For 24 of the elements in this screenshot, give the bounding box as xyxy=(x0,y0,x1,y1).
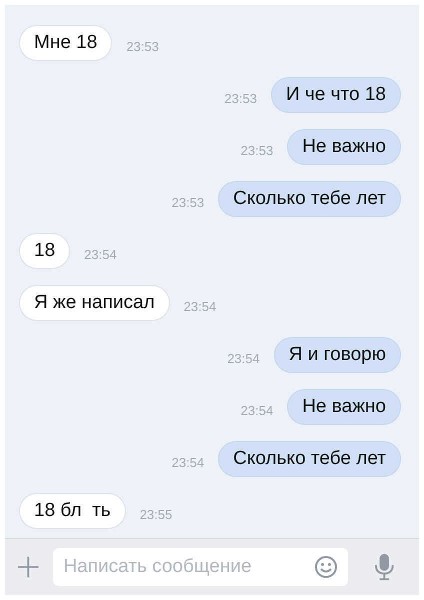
message-bubble: Сколько тебе лет xyxy=(218,181,401,217)
message-bubble: И че что 18 xyxy=(270,77,401,113)
message-bubble: Сколько тебе лет xyxy=(218,441,401,477)
message-bubble: 18 xyxy=(19,233,70,269)
message-bubble: 18 бл ть xyxy=(19,493,126,529)
message-time: 23:54 xyxy=(240,402,274,418)
message-time: 23:53 xyxy=(172,194,204,210)
message-field[interactable]: Написать сообщение xyxy=(53,548,348,586)
message-bubble: Я и говорю xyxy=(274,337,401,373)
message-time: 23:54 xyxy=(184,298,216,314)
message-bubble: Я же написал xyxy=(19,285,170,321)
message-time: 23:54 xyxy=(84,246,117,262)
message-bubble: Мне 18 xyxy=(19,25,112,61)
message-time: 23:55 xyxy=(140,506,172,522)
message-time: 23:53 xyxy=(126,38,159,54)
add-icon[interactable] xyxy=(17,555,40,579)
message-time: 23:53 xyxy=(224,90,257,106)
microphone-icon[interactable] xyxy=(374,552,395,582)
message-bubble: Не важно xyxy=(287,389,401,425)
message-time: 23:54 xyxy=(227,350,260,366)
message-time: 23:54 xyxy=(172,454,204,470)
message-bubble: Не важно xyxy=(287,129,401,165)
message-time: 23:53 xyxy=(240,142,274,158)
smiley-icon[interactable] xyxy=(314,555,338,579)
